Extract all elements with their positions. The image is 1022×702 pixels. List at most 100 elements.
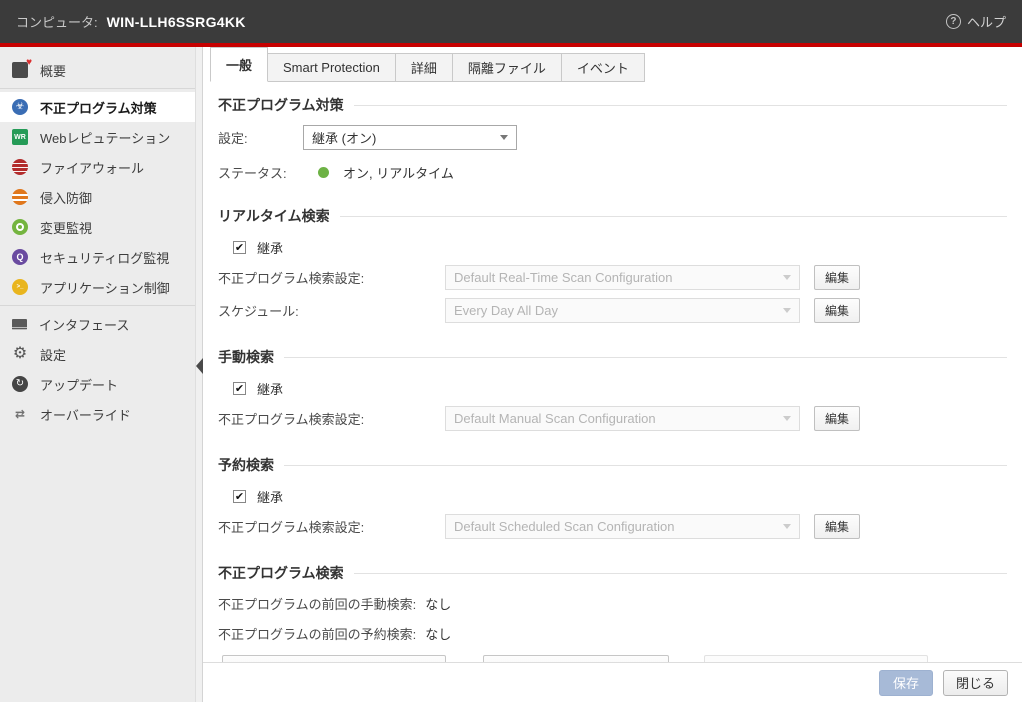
manual-config-edit-button[interactable]: 編集 [814,406,860,431]
inherit-label: 継承 [257,379,283,398]
sidebar-item-label: 概要 [40,61,66,80]
general-tab-content: 不正プログラム対策 設定: 継承 (オン) ステータス: オン, リアルタイム … [203,95,1022,683]
computer-label: コンピュータ: [16,12,98,31]
help-label: ヘルプ [967,12,1006,31]
realtime-config-row: 不正プログラム検索設定: Default Real-Time Scan Conf… [218,265,1007,290]
tab-bar: 一般 Smart Protection 詳細 隔離ファイル イベント [203,47,1022,82]
override-icon: ⇄ [12,406,28,422]
scheduled-config-edit-button[interactable]: 編集 [814,514,860,539]
status-label: ステータス: [218,163,303,182]
last-manual-scan-row: 不正プログラムの前回の手動検索: なし [218,594,1007,613]
realtime-schedule-row: スケジュール: Every Day All Day 編集 [218,298,1007,323]
sidebar-gutter [195,47,203,702]
scheduled-inherit-row: ✔ 継承 [218,487,1007,506]
inherit-label: 継承 [257,487,283,506]
close-button[interactable]: 閉じる [943,670,1008,696]
intrusion-prevention-icon [12,189,28,205]
sidebar-item-override[interactable]: ⇄ オーバーライド [0,399,195,429]
status-value: オン, リアルタイム [343,163,454,182]
last-scheduled-scan-row: 不正プログラムの前回の予約検索: なし [218,624,1007,643]
sidebar-item-interface[interactable]: インタフェース [0,309,195,339]
last-manual-scan-label: 不正プログラムの前回の手動検索: [218,594,416,613]
status-row: ステータス: オン, リアルタイム [218,163,1007,182]
sidebar: ♥ 概要 ☣ 不正プログラム対策 WR Webレピュテーション ファイアウォール… [0,47,195,702]
section-realtime-scan: リアルタイム検索 [218,206,1007,226]
integrity-monitoring-icon [12,219,28,235]
save-button[interactable]: 保存 [879,670,933,696]
inherit-label: 継承 [257,238,283,257]
sidebar-divider [0,88,195,89]
scan-config-label: 不正プログラム検索設定: [218,268,445,287]
tab-events[interactable]: イベント [561,53,645,82]
realtime-inherit-checkbox[interactable]: ✔ [233,241,246,254]
sidebar-item-settings[interactable]: ⚙ 設定 [0,339,195,369]
selected-option: Default Real-Time Scan Configuration [454,270,672,285]
sidebar-item-web-reputation[interactable]: WR Webレピュテーション [0,122,195,152]
application-control-icon: >_ [12,279,28,295]
scheduled-inherit-checkbox[interactable]: ✔ [233,490,246,503]
interface-icon [12,319,27,330]
web-reputation-icon: WR [12,129,28,145]
footer-bar: 保存 閉じる [203,662,1022,702]
sidebar-item-label: 設定 [40,345,66,364]
sidebar-item-label: 侵入防御 [40,188,92,207]
last-manual-scan-value: なし [425,594,451,613]
update-icon: ↻ [12,376,28,392]
sidebar-item-update[interactable]: ↻ アップデート [0,369,195,399]
firewall-icon [12,159,28,175]
sidebar-item-intrusion-prevention[interactable]: 侵入防御 [0,182,195,212]
manual-config-row: 不正プログラム検索設定: Default Manual Scan Configu… [218,406,1007,431]
tab-smart-protection[interactable]: Smart Protection [267,53,396,82]
status-green-dot-icon [318,167,329,178]
scheduled-config-row: 不正プログラム検索設定: Default Scheduled Scan Conf… [218,514,1007,539]
sidebar-item-integrity-monitoring[interactable]: 変更監視 [0,212,195,242]
realtime-inherit-row: ✔ 継承 [218,238,1007,257]
content-panel: 一般 Smart Protection 詳細 隔離ファイル イベント 不正プログ… [203,47,1022,702]
sidebar-item-application-control[interactable]: >_ アプリケーション制御 [0,272,195,302]
log-inspection-icon: Q [12,249,28,265]
section-scheduled-scan: 予約検索 [218,455,1007,475]
schedule-label: スケジュール: [218,301,445,320]
chevron-down-icon [783,524,791,529]
scheduled-config-select: Default Scheduled Scan Configuration [445,514,800,539]
sidebar-item-label: アプリケーション制御 [40,278,170,297]
sidebar-item-label: 不正プログラム対策 [40,98,157,117]
title-bar: コンピュータ: WIN-LLH6SSRG4KK ? ヘルプ [0,0,1022,43]
tab-quarantined-files[interactable]: 隔離ファイル [452,53,562,82]
anti-malware-icon: ☣ [12,99,28,115]
sidebar-item-label: セキュリティログ監視 [40,248,169,267]
sidebar-divider [0,305,195,306]
manual-inherit-checkbox[interactable]: ✔ [233,382,246,395]
chevron-down-icon [783,416,791,421]
sidebar-item-label: 変更監視 [40,218,92,237]
realtime-schedule-select: Every Day All Day [445,298,800,323]
last-scheduled-scan-value: なし [425,624,451,643]
sidebar-item-anti-malware[interactable]: ☣ 不正プログラム対策 [0,92,195,122]
selected-option: 継承 (オン) [312,128,376,147]
scan-config-label: 不正プログラム検索設定: [218,409,445,428]
tab-general[interactable]: 一般 [210,47,268,82]
sidebar-item-label: ファイアウォール [40,158,144,177]
overview-icon: ♥ [12,62,28,78]
sidebar-item-log-inspection[interactable]: Q セキュリティログ監視 [0,242,195,272]
help-link[interactable]: ? ヘルプ [946,12,1006,31]
anti-malware-state-select[interactable]: 継承 (オン) [303,125,517,150]
selected-option: Default Scheduled Scan Configuration [454,519,674,534]
sidebar-item-firewall[interactable]: ファイアウォール [0,152,195,182]
realtime-config-select: Default Real-Time Scan Configuration [445,265,800,290]
section-manual-scan: 手動検索 [218,347,1007,367]
sidebar-item-label: Webレピュテーション [40,128,170,147]
sidebar-item-label: インタフェース [39,315,129,334]
help-icon: ? [946,14,961,29]
manual-inherit-row: ✔ 継承 [218,379,1007,398]
last-scheduled-scan-label: 不正プログラムの前回の予約検索: [218,624,416,643]
sidebar-item-overview[interactable]: ♥ 概要 [0,55,195,85]
sidebar-collapse-icon[interactable] [196,358,203,374]
selected-option: Default Manual Scan Configuration [454,411,656,426]
selected-option: Every Day All Day [454,303,558,318]
realtime-schedule-edit-button[interactable]: 編集 [814,298,860,323]
chevron-down-icon [783,308,791,313]
tab-advanced[interactable]: 詳細 [395,53,453,82]
section-malware-scan: 不正プログラム検索 [218,563,1007,583]
realtime-config-edit-button[interactable]: 編集 [814,265,860,290]
